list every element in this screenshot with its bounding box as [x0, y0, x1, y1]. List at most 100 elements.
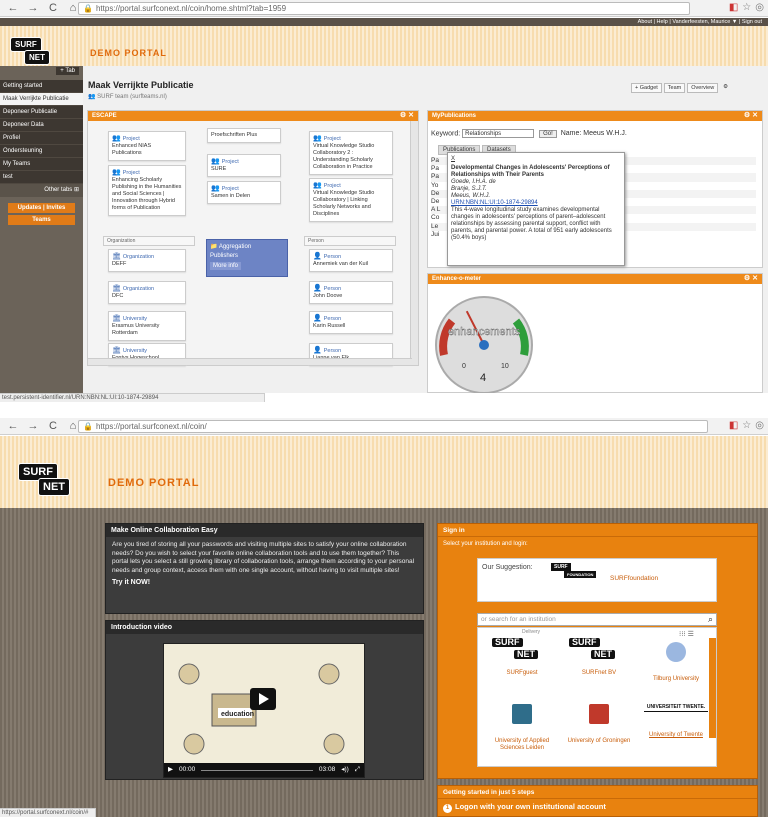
add-tab-button[interactable]: + Tab	[56, 67, 79, 75]
institution-tile[interactable]: UNIVERSITEIT TWENTE. University of Twente	[640, 698, 712, 739]
reload-icon[interactable]: C	[46, 2, 60, 14]
logo-surf: SURF	[492, 638, 523, 647]
try-it-now-link[interactable]: Try it NOW!	[106, 579, 423, 586]
other-tabs[interactable]: Other tabs ⊞	[0, 184, 83, 197]
mypub-search: Keyword: Relationships Go! Name: Meeus W…	[431, 129, 627, 139]
popup-abstract: This 4-wave longitudinal study examines …	[451, 207, 612, 241]
extension2-icon[interactable]: ◎	[755, 2, 764, 13]
video-controls: ▶ 00:00 03:08 ◂)) ⤢	[164, 763, 364, 777]
address-bar[interactable]: 🔒 https://portal.surfconext.nl/coin/home.…	[78, 2, 690, 15]
time-total: 03:08	[318, 766, 336, 773]
subtitle-text: SURF team (surfteams.nl)	[97, 94, 167, 100]
grid-scroll-label: Delivery	[522, 629, 541, 635]
project-icon: 👥	[313, 182, 322, 189]
card-type: University	[122, 348, 148, 354]
address-bar[interactable]: 🔒 https://portal.surfconext.nl/coin/	[78, 420, 708, 433]
escape-canvas[interactable]: 👥 Project Enhanced NIAS Publications 👥 Proje…	[88, 121, 418, 366]
escape-card-person[interactable]: 👤 Person John Doove	[309, 281, 393, 304]
url-text: https://portal.surfconext.nl/coin/	[95, 422, 207, 431]
sidebar-item[interactable]: Maak Verrijkte Publicatie	[0, 93, 83, 106]
sidebar-item[interactable]: My Teams	[0, 158, 83, 171]
institution-tile[interactable]: Tilburg University	[640, 636, 712, 683]
overview-button[interactable]: Overview	[687, 83, 719, 93]
extension-icon[interactable]: ◧	[729, 420, 738, 431]
escape-card-person[interactable]: 👤 Person Karin Russell	[309, 311, 393, 334]
institution-tile[interactable]: University of Groningen	[563, 698, 635, 745]
back-icon[interactable]: ←	[6, 420, 20, 432]
gauge-min: 0	[462, 363, 466, 370]
about-link[interactable]: About	[638, 19, 652, 25]
escape-vertical-scrollbar[interactable]	[410, 121, 418, 365]
forward-icon[interactable]: →	[26, 2, 40, 14]
play-small-icon[interactable]: ▶	[168, 763, 173, 777]
popup-urn-link[interactable]: URN:NBN:NL:UI:10-1874-29894	[451, 200, 621, 207]
team-button[interactable]: Team	[663, 83, 686, 93]
video-player[interactable]: education ▶ 00:00 03:08 ◂)) ⤢	[163, 643, 365, 778]
escape-card-organization[interactable]: 🏛 Organization DEFF	[108, 249, 186, 272]
sidebar-item[interactable]: Getting started	[0, 80, 83, 93]
progress-bar[interactable]	[201, 763, 313, 771]
search-icon[interactable]: ⌕	[708, 614, 713, 625]
more-info-link[interactable]: More info	[210, 262, 242, 270]
escape-card-project[interactable]: 👥 Project Enhanced NIAS Publications	[108, 131, 186, 161]
signout-link[interactable]: Sign out	[742, 19, 762, 25]
sidebar-item[interactable]: Deponeer Data	[0, 119, 83, 132]
gadget-settings-icon[interactable]: ⚙ ✕	[400, 111, 414, 121]
card-type: Person	[323, 348, 342, 354]
institution-tile[interactable]: SURF NET SURFguest	[486, 636, 558, 677]
escape-card-project[interactable]: 👥 Project Enhancing Scholarly Publishing i…	[108, 165, 186, 216]
updates-invites-button[interactable]: Updates | Invites	[8, 203, 75, 213]
institution-tile[interactable]: University of Applied Sciences Leiden	[486, 698, 558, 752]
user-menu[interactable]: Vanderfeesten, Maurice ▼	[672, 19, 737, 25]
folder-icon: 📁	[210, 244, 218, 250]
add-gadget-button[interactable]: + Gadget	[631, 83, 662, 93]
escape-horizontal-scrollbar[interactable]	[88, 358, 412, 365]
card-name: DFC	[112, 293, 124, 299]
sidebar-item[interactable]: Deponeer Publicatie	[0, 106, 83, 119]
star-icon[interactable]: ☆	[742, 2, 751, 13]
escape-card-item[interactable]: Proefschriften Plus	[207, 128, 281, 143]
suggestion-name[interactable]: SURFfoundation	[610, 575, 658, 582]
popup-author: Meeus, W.H.J.	[451, 193, 491, 199]
escape-card-university[interactable]: 🏛 University Erasmus University Rotterdam	[108, 311, 186, 341]
mypub-settings-icon[interactable]: ⚙ ✕	[744, 111, 758, 121]
escape-card-project[interactable]: 👥 Project Virtual Knowledge Studio Collabo…	[309, 178, 393, 222]
teams-button[interactable]: Teams	[8, 215, 75, 225]
popup-author: Branje, S.J.T.	[451, 186, 487, 192]
step-1-label: Logon with your own institutional accoun…	[455, 802, 606, 811]
institution-tile[interactable]: SURF NET SURFnet BV	[563, 636, 635, 677]
extension2-icon[interactable]: ◎	[755, 420, 764, 431]
sidebar-item[interactable]: test	[0, 171, 83, 184]
help-link[interactable]: Help	[657, 19, 668, 25]
star-icon[interactable]: ☆	[742, 420, 751, 431]
fullscreen-icon[interactable]: ⤢	[355, 763, 364, 777]
volume-icon[interactable]: ◂))	[341, 763, 349, 777]
forward-icon[interactable]: →	[26, 420, 40, 432]
meter-settings-icon[interactable]: ⚙ ✕	[744, 274, 758, 284]
popup-close[interactable]: X	[451, 156, 621, 163]
card-name: Karin Russell	[313, 323, 346, 329]
back-icon[interactable]: ←	[6, 2, 20, 14]
sidebar-item[interactable]: Ondersteuning	[0, 145, 83, 158]
suggestion-box[interactable]: Our Suggestion: SURF FOUNDATION SURFfoun…	[477, 558, 717, 602]
escape-card-person[interactable]: 👤 Person Annemiek van der Kuil	[309, 249, 393, 272]
escape-card-aggregation[interactable]: 📁 Aggregation Publishers More info	[206, 239, 288, 277]
sidebar-item[interactable]: Profiel	[0, 132, 83, 145]
status-bar-bottom: https://portal.surfconext.nl/coin/#	[0, 808, 96, 817]
escape-gadget: ESCAPE ⚙ ✕ 👥 Project Enhanced NIAS Publicat…	[87, 110, 419, 366]
escape-card-project[interactable]: 👥 Project Virtual Knowledge Studio Collabo…	[309, 131, 393, 175]
extension-icon[interactable]: ◧	[729, 2, 738, 13]
card-name: Annemiek van der Kuil	[313, 261, 369, 267]
reload-icon[interactable]: C	[46, 420, 60, 432]
escape-card-project[interactable]: 👥 Project SURE	[207, 154, 281, 177]
institution-search[interactable]: or search for an institution ⌕	[477, 613, 717, 626]
card-type: Person	[323, 254, 342, 260]
settings-icon[interactable]: ⚙	[720, 83, 731, 93]
keyword-input[interactable]: Relationships	[462, 129, 535, 138]
gauge-hub	[479, 340, 489, 350]
publication-popup: X Developmental Changes in Adolescents' …	[447, 152, 625, 266]
escape-card-project[interactable]: 👥 Project Samen in Delen	[207, 181, 281, 204]
go-button[interactable]: Go!	[539, 130, 557, 139]
escape-card-organization[interactable]: 🏛 Organization DFC	[108, 281, 186, 304]
card-name: Erasmus University Rotterdam	[112, 323, 160, 336]
